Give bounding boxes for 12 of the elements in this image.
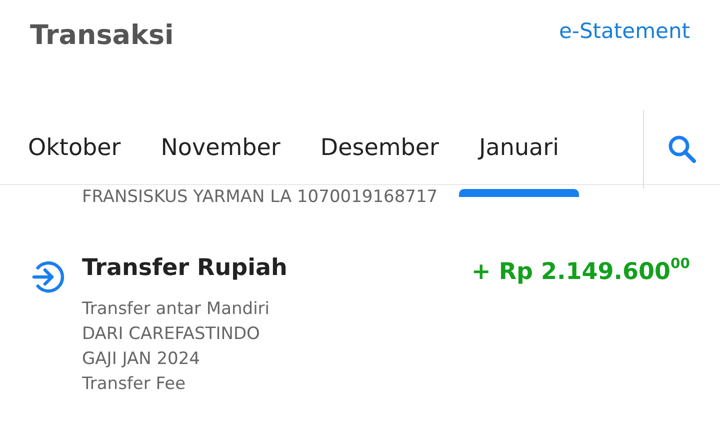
transaction-detail: Transfer Fee [82, 373, 187, 396]
transaction-detail: Transfer antar Mandiri [82, 298, 271, 322]
e-statement-link[interactable]: e-Statement [558, 16, 690, 56]
search-icon [667, 134, 697, 164]
transaction-title: Transfer Rupiah [82, 254, 288, 283]
transfer-in-icon [30, 258, 66, 295]
page-title: Transaksi [30, 19, 174, 53]
transaction-amount: + Rp 2.149.600$^{00}$ [472, 254, 690, 287]
transaction-detail: DARI CAREFASTINDO [82, 323, 261, 346]
transaction-description: FRANSISKUS YARMAN LA 1070019168717 [82, 188, 439, 207]
month-tab[interactable]: Januari [458, 100, 579, 196]
transaction-detail: GAJI JAN 2024 [82, 348, 201, 372]
